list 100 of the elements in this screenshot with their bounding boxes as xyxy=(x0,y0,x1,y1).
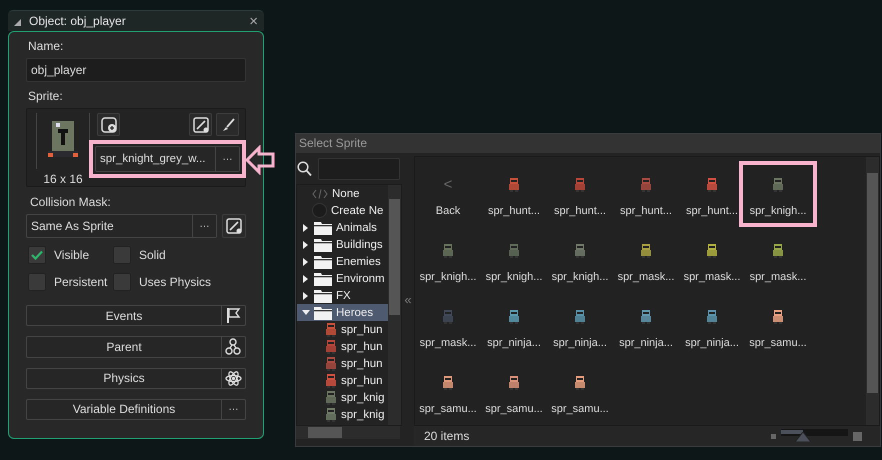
tree-item[interactable]: Animals xyxy=(297,219,388,236)
flag-icon xyxy=(225,307,242,324)
field-label: Name: xyxy=(28,39,64,53)
tree-item[interactable]: spr_hun xyxy=(297,321,388,338)
sprite-size: 16 x 16 xyxy=(43,172,83,186)
sprite-tile[interactable]: spr_mask... xyxy=(415,293,481,359)
mask-value: Same As Sprite xyxy=(30,218,115,235)
sprite-tile[interactable]: spr_knigh... xyxy=(547,227,613,293)
checkbox[interactable] xyxy=(28,246,46,264)
checkbox[interactable] xyxy=(113,246,131,264)
folder-icon xyxy=(314,306,332,320)
paint-button[interactable] xyxy=(216,113,239,136)
sprite-tile[interactable]: spr_samu... xyxy=(415,359,481,425)
sprite-tile[interactable]: spr_hunt... xyxy=(481,161,547,227)
sprite-name: spr_knight_grey_w... xyxy=(99,152,206,167)
checkbox-label: Solid xyxy=(139,248,166,262)
sprite-field[interactable]: spr_knight_grey_w... ··· xyxy=(95,146,240,172)
zoom-slider[interactable] xyxy=(781,429,848,443)
tree-item[interactable]: spr_hun xyxy=(297,338,388,355)
expanded-arrow-icon xyxy=(302,308,310,316)
code-icon xyxy=(312,188,328,198)
tree-item[interactable]: spr_knig xyxy=(297,389,388,406)
scroll-thumb[interactable] xyxy=(389,199,400,315)
folder-icon xyxy=(314,220,332,234)
action-button[interactable]: Physics xyxy=(26,368,222,389)
folder-icon xyxy=(314,254,332,268)
more-button[interactable]: ··· xyxy=(192,215,216,237)
dialog-title: Select Sprite xyxy=(296,134,880,153)
sprite-tile[interactable]: spr_ninja... xyxy=(547,293,613,359)
tree-item[interactable]: FX xyxy=(297,287,388,304)
icon-button[interactable] xyxy=(222,368,246,389)
checkbox-label: Persistent xyxy=(54,275,108,289)
back-arrow-icon: < xyxy=(444,173,452,197)
scroll-thumb[interactable] xyxy=(867,173,878,393)
small-size-icon xyxy=(771,434,776,438)
close-icon[interactable]: × xyxy=(249,12,258,30)
sprite-tile[interactable]: spr_samu... xyxy=(547,359,613,425)
sprite-tile[interactable]: spr_mask... xyxy=(613,227,679,293)
edit-image-icon xyxy=(192,116,208,132)
field-label: Collision Mask: xyxy=(30,195,112,209)
hierarchy-icon xyxy=(225,338,242,356)
tree-item[interactable]: spr_hun xyxy=(297,372,388,389)
folder-icon xyxy=(314,238,332,252)
checkbox[interactable] xyxy=(28,273,46,291)
scroll-thumb[interactable] xyxy=(308,427,342,438)
tree-item[interactable]: Buildings xyxy=(297,236,388,253)
sprite-tile[interactable]: spr_knigh... xyxy=(739,161,817,227)
sprite-tile[interactable]: spr_ninja... xyxy=(613,293,679,359)
edit-mask-button[interactable] xyxy=(222,214,246,238)
sprite-tile[interactable]: spr_ninja... xyxy=(679,293,745,359)
collision-mask-dropdown[interactable]: Same As Sprite ··· xyxy=(26,214,217,238)
sprite-tile[interactable]: spr_knigh... xyxy=(415,227,481,293)
checkbox-label: Uses Physics xyxy=(139,275,212,289)
circle-icon xyxy=(312,203,327,218)
slider-thumb[interactable] xyxy=(795,432,812,442)
item-count: 20 items xyxy=(424,429,470,443)
sprite-tile[interactable]: spr_hunt... xyxy=(547,161,613,227)
collapsed-arrow-icon xyxy=(302,224,310,232)
sprite-tile[interactable]: spr_knigh... xyxy=(481,227,547,293)
sprite-tile[interactable]: spr_samu... xyxy=(745,293,811,359)
more-button[interactable]: ··· xyxy=(222,398,246,420)
sprite-tile[interactable]: spr_ninja... xyxy=(481,293,547,359)
tree-item[interactable]: Enemies xyxy=(297,253,388,270)
tree-item[interactable]: spr_hun xyxy=(297,355,388,372)
sprite-tile[interactable]: spr_hunt... xyxy=(613,161,679,227)
tree-item[interactable]: Create Ne xyxy=(297,202,388,219)
icon-button[interactable] xyxy=(222,305,246,326)
checkbox-label: Visible xyxy=(54,248,90,262)
scrollbar[interactable] xyxy=(866,157,879,425)
new-sprite-button[interactable] xyxy=(97,113,120,136)
search-icon xyxy=(297,161,312,177)
more-button[interactable]: ··· xyxy=(215,147,239,171)
sprite-tile[interactable]: spr_mask... xyxy=(679,227,745,293)
edit-image-icon xyxy=(226,218,242,234)
check-icon xyxy=(31,250,43,260)
sprite-tile[interactable]: spr_mask... xyxy=(745,227,811,293)
checkbox[interactable] xyxy=(113,273,131,291)
tree-item[interactable]: None xyxy=(297,185,388,202)
icon-button[interactable] xyxy=(222,336,246,358)
collapse-icon xyxy=(14,19,21,26)
collapsed-arrow-icon xyxy=(302,292,310,300)
tree-item[interactable]: Heroes xyxy=(297,304,388,321)
scrollbar[interactable] xyxy=(388,185,401,425)
action-button[interactable]: Events xyxy=(26,305,222,326)
tree-item[interactable]: spr_knig xyxy=(297,406,388,423)
edit-sprite-button[interactable] xyxy=(189,113,212,136)
action-button[interactable]: Parent xyxy=(26,336,222,358)
action-button[interactable]: Variable Definitions xyxy=(26,398,222,420)
window-title: Object: obj_player xyxy=(29,14,127,28)
collapse-button[interactable]: « xyxy=(402,153,414,446)
name-field[interactable]: obj_player xyxy=(26,58,246,82)
field-label: Sprite: xyxy=(28,89,64,103)
collapsed-arrow-icon xyxy=(302,274,310,282)
new-sprite-icon xyxy=(100,116,116,132)
tree-item[interactable]: Environm xyxy=(297,270,388,287)
sprite-tile[interactable]: spr_samu... xyxy=(481,359,547,425)
atom-icon xyxy=(225,370,242,387)
collapsed-arrow-icon xyxy=(302,240,310,248)
scrollbar[interactable] xyxy=(296,426,400,439)
sprite-tile[interactable]: < Back xyxy=(415,161,481,227)
